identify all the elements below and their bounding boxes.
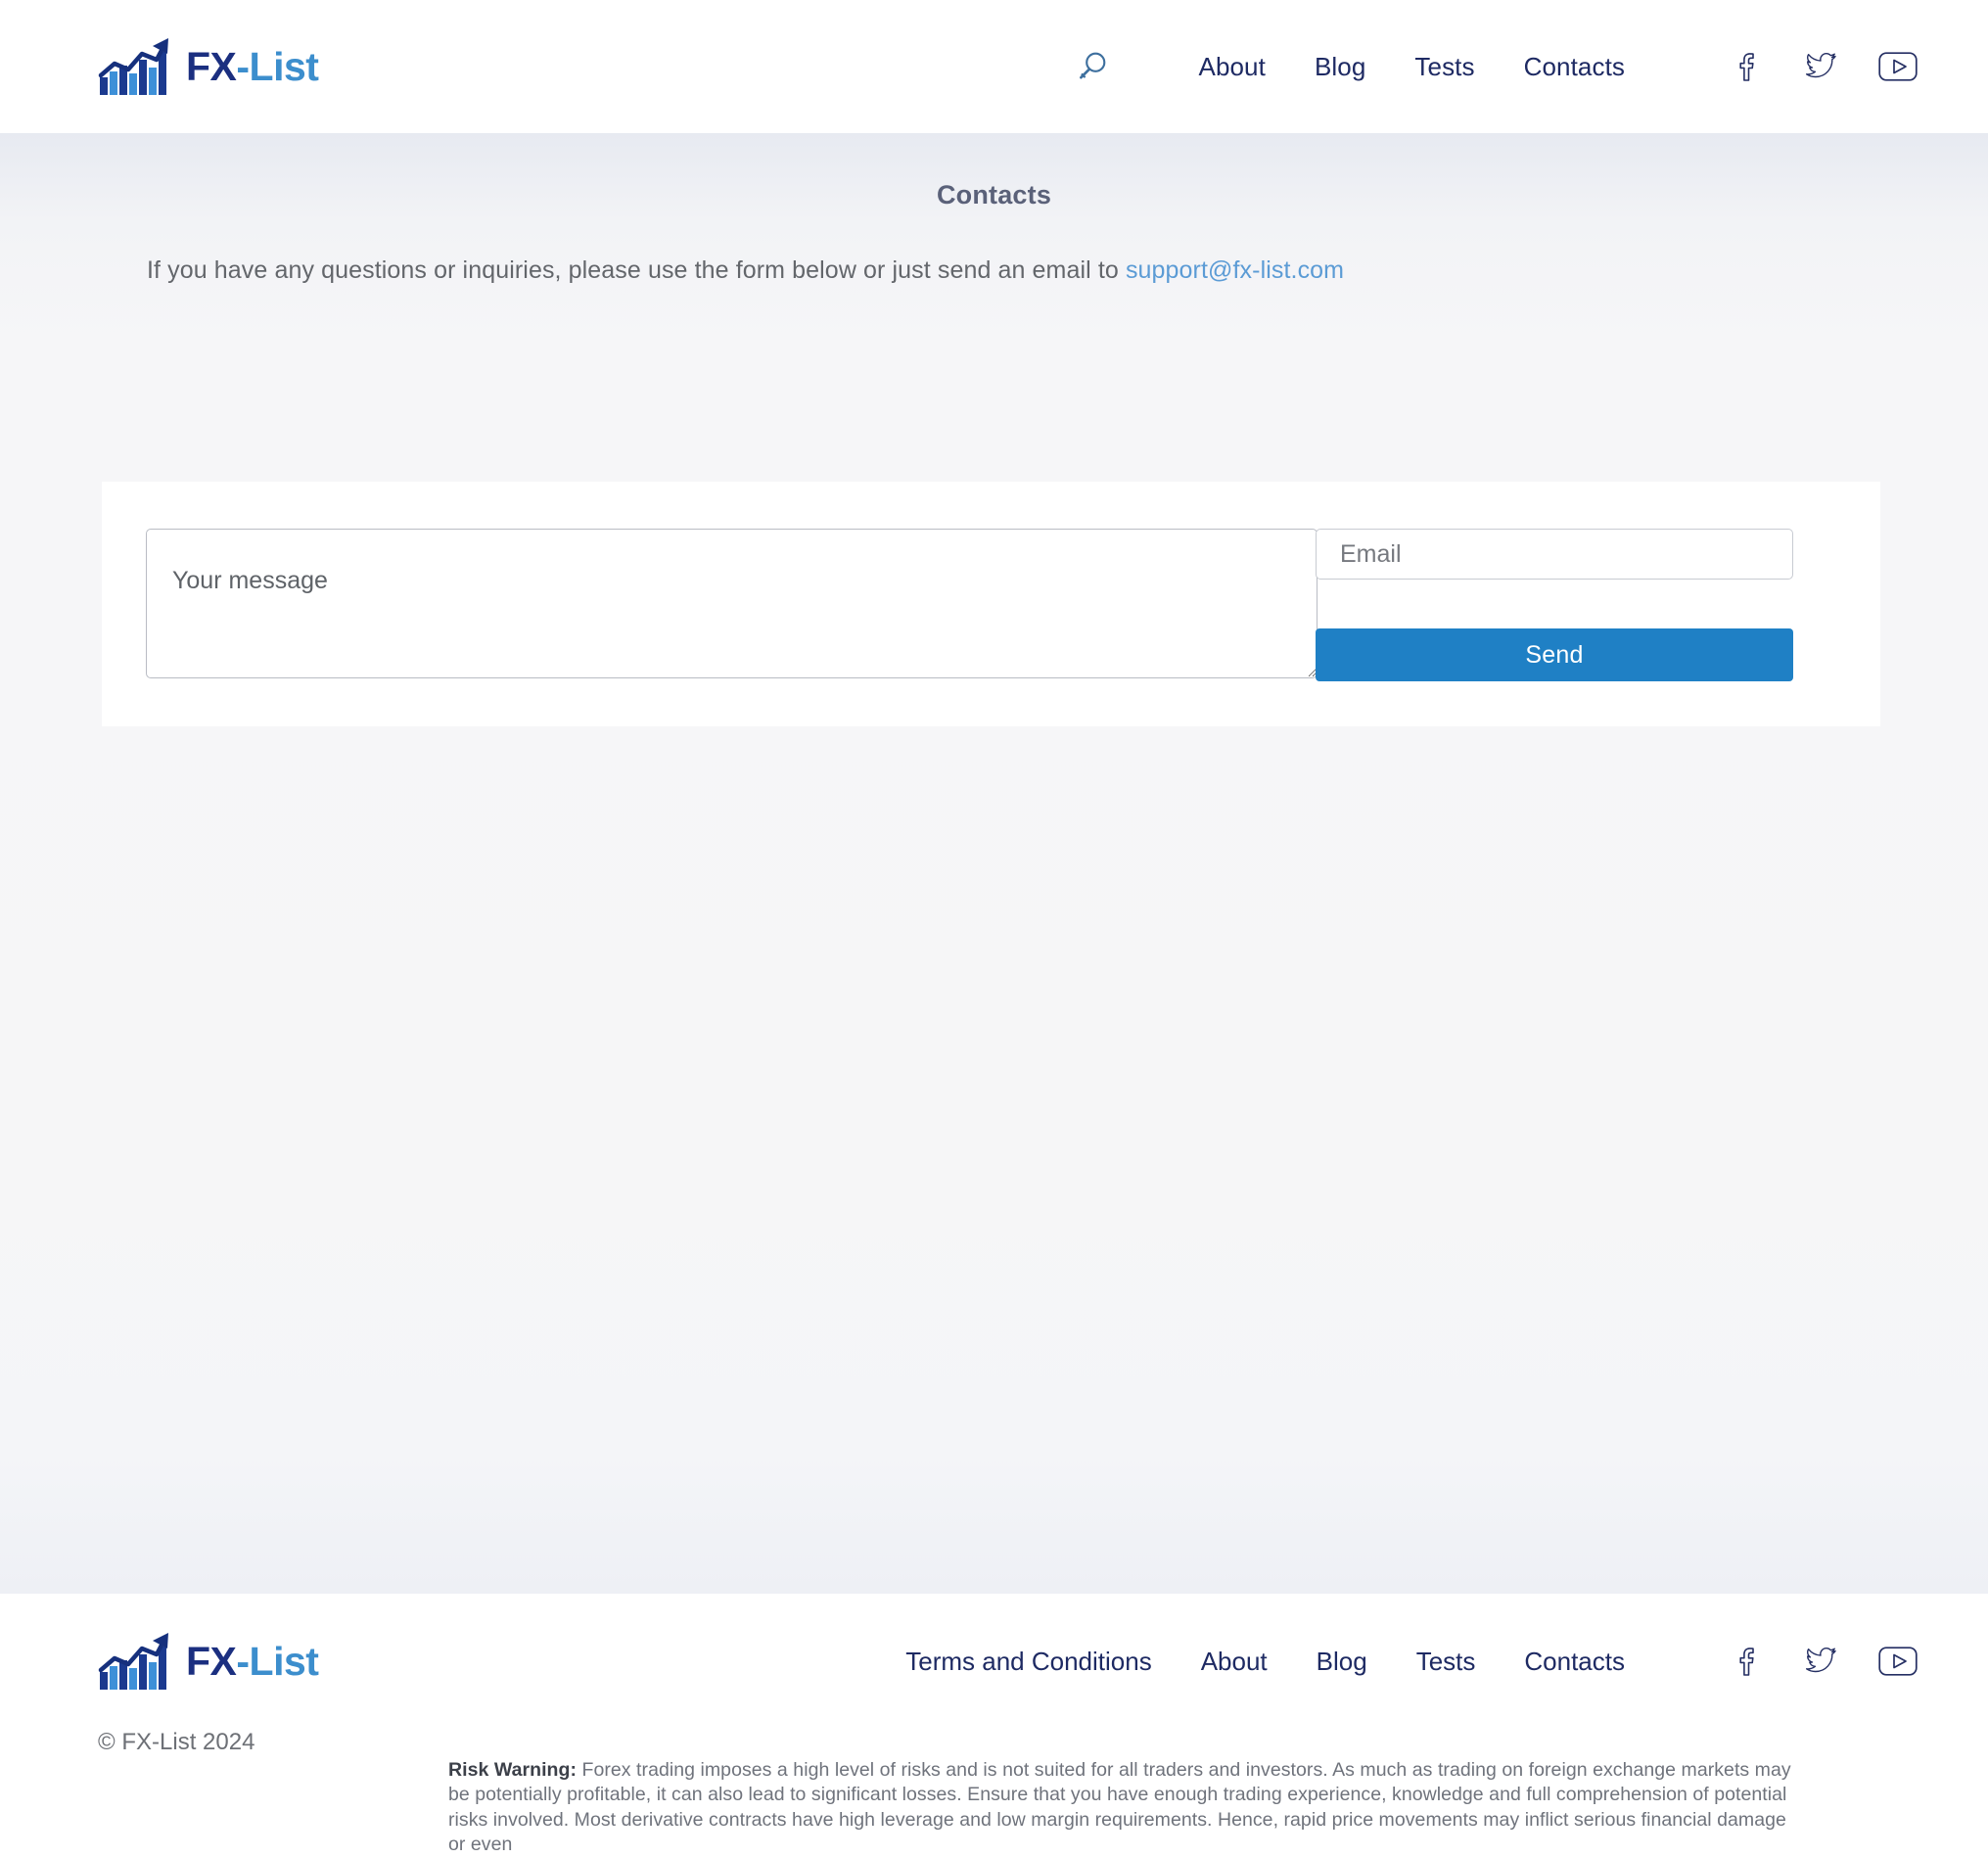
form-left-column <box>102 482 1318 726</box>
bar-chart-uptrend-arrow-icon <box>98 36 174 97</box>
header-nav: About Blog Tests Contacts <box>1175 52 1650 82</box>
facebook-icon[interactable] <box>1726 46 1765 87</box>
page-title: Contacts <box>936 180 1052 209</box>
youtube-icon[interactable] <box>1878 1641 1918 1682</box>
send-button[interactable]: Send <box>1316 628 1793 681</box>
facebook-icon[interactable] <box>1726 1641 1765 1682</box>
site-header: FX-List About Blog Tests Contacts <box>0 0 1988 133</box>
footer-social-links <box>1726 1641 1918 1682</box>
header-logo[interactable]: FX-List <box>98 36 319 97</box>
risk-warning: Risk Warning: Forex trading imposes a hi… <box>448 1758 1804 1858</box>
footer-nav: Terms and Conditions About Blog Tests Co… <box>881 1647 1649 1677</box>
message-textarea[interactable] <box>146 529 1318 678</box>
nav-item-tests[interactable]: Tests <box>1390 52 1499 82</box>
nav-item-about[interactable]: About <box>1175 52 1290 82</box>
footer-nav-item-about[interactable]: About <box>1177 1647 1292 1677</box>
logo-text-primary: FX <box>186 43 237 89</box>
bar-chart-uptrend-arrow-icon <box>98 1631 174 1692</box>
copyright-text: © FX-List 2024 <box>98 1729 255 1755</box>
twitter-icon[interactable] <box>1802 46 1841 87</box>
support-email-link[interactable]: support@fx-list.com <box>1126 256 1344 284</box>
risk-warning-label: Risk Warning: <box>448 1758 578 1781</box>
logo-text: FX-List <box>186 43 319 90</box>
header-right-cluster: About Blog Tests Contacts <box>1069 44 1919 89</box>
twitter-icon[interactable] <box>1802 1641 1841 1682</box>
youtube-icon[interactable] <box>1878 46 1918 87</box>
footer-right-cluster: Terms and Conditions About Blog Tests Co… <box>881 1641 1918 1682</box>
logo-text-secondary: -List <box>236 43 319 89</box>
nav-item-contacts[interactable]: Contacts <box>1500 52 1649 82</box>
intro-text: If you have any questions or inquiries, … <box>147 256 1126 284</box>
email-input[interactable] <box>1316 529 1793 580</box>
contact-form-card: Send <box>102 482 1880 726</box>
footer-top-row: FX-List Terms and Conditions About Blog … <box>0 1594 1988 1692</box>
nav-item-blog[interactable]: Blog <box>1290 52 1390 82</box>
header-social-links <box>1726 46 1918 87</box>
form-right-column: Send <box>1316 482 1793 726</box>
footer-logo-text-secondary: -List <box>236 1638 319 1684</box>
footer-logo-text: FX-List <box>186 1638 319 1685</box>
footer-logo[interactable]: FX-List <box>98 1631 319 1692</box>
footer-nav-item-tests[interactable]: Tests <box>1392 1647 1501 1677</box>
search-icon[interactable] <box>1069 44 1114 89</box>
footer-nav-item-blog[interactable]: Blog <box>1292 1647 1392 1677</box>
footer-logo-text-primary: FX <box>186 1638 237 1684</box>
footer-nav-item-terms[interactable]: Terms and Conditions <box>881 1647 1176 1677</box>
main-content: Contacts If you have any questions or in… <box>0 133 1988 1594</box>
intro-paragraph: If you have any questions or inquiries, … <box>0 210 1988 285</box>
footer-nav-item-contacts[interactable]: Contacts <box>1500 1647 1649 1677</box>
